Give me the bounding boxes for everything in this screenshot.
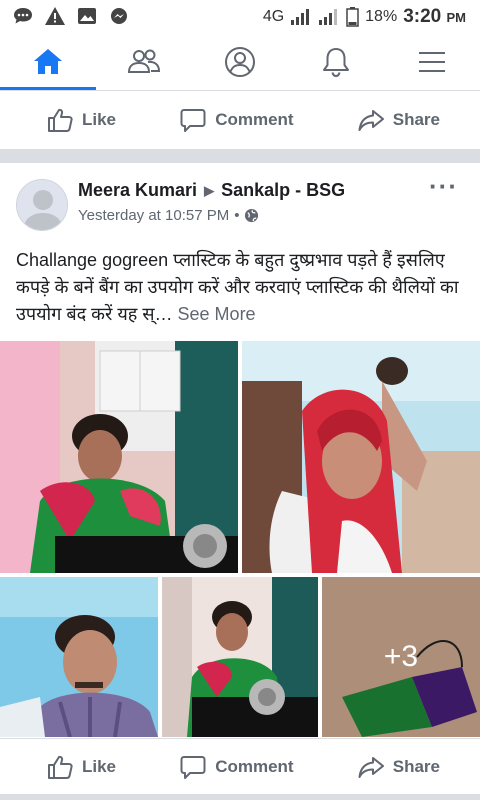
battery-icon bbox=[346, 7, 359, 27]
share-label: Share bbox=[392, 110, 440, 129]
top-navigation-tabs bbox=[0, 34, 480, 90]
meta-separator: • bbox=[234, 207, 240, 224]
post-photo-4[interactable] bbox=[162, 577, 318, 737]
thumbs-up-icon bbox=[48, 108, 73, 132]
network-type: 4G bbox=[262, 8, 285, 25]
feed-separator-bottom bbox=[0, 794, 480, 800]
message-icon bbox=[14, 8, 32, 24]
signal-icon-2 bbox=[319, 9, 338, 25]
bell-icon bbox=[323, 48, 349, 78]
post-timestamp[interactable]: Yesterday at 10:57 PM bbox=[78, 207, 229, 224]
status-bar-system: 4G 18% 3:20 PM bbox=[263, 6, 466, 28]
share-label: Share bbox=[392, 756, 440, 776]
comment-label: Comment bbox=[215, 756, 294, 776]
group-name[interactable]: Sankalp - BSG bbox=[221, 180, 345, 201]
home-icon bbox=[34, 49, 62, 74]
photo-sewing-woman bbox=[0, 341, 238, 573]
friends-icon bbox=[127, 49, 161, 73]
profile-icon bbox=[225, 47, 255, 77]
comment-icon bbox=[180, 755, 206, 779]
photo-young-man bbox=[0, 577, 158, 737]
like-label: Like bbox=[82, 110, 117, 129]
post-photo-1[interactable] bbox=[0, 341, 238, 573]
feed-separator bbox=[0, 149, 480, 163]
previous-post-actions: Like Comment Share bbox=[0, 91, 480, 149]
warning-icon bbox=[45, 7, 65, 25]
post-header: Meera Kumari ▶ Sankalp - BSG bbox=[78, 180, 345, 201]
signal-icon bbox=[291, 9, 310, 25]
post-meta: Yesterday at 10:57 PM • bbox=[78, 207, 259, 224]
share-icon bbox=[358, 756, 384, 778]
image-icon bbox=[78, 8, 96, 24]
clock: 3:20 PM bbox=[403, 6, 466, 27]
tab-profile[interactable] bbox=[192, 34, 288, 90]
like-button[interactable]: Like bbox=[46, 106, 116, 134]
thumbs-up-icon bbox=[48, 755, 73, 779]
default-avatar-icon bbox=[17, 180, 67, 230]
tab-home[interactable] bbox=[0, 34, 96, 90]
like-button[interactable]: Like bbox=[46, 753, 116, 781]
share-icon bbox=[358, 110, 384, 131]
triangle-right-icon: ▶ bbox=[204, 182, 215, 198]
post-photo-2[interactable] bbox=[242, 341, 480, 573]
author-name[interactable]: Meera Kumari bbox=[78, 180, 197, 201]
post-text: Challange gogreen प्लास्टिक के बहुत दुष्… bbox=[16, 247, 468, 328]
post-card: Meera Kumari ▶ Sankalp - BSG Yesterday a… bbox=[0, 163, 480, 738]
photo-sewing-woman-2 bbox=[162, 577, 318, 737]
more-options-button[interactable]: ··· bbox=[429, 173, 458, 199]
see-more-link[interactable]: See More bbox=[178, 304, 256, 324]
comment-button[interactable]: Comment bbox=[179, 106, 294, 134]
battery-level: 18% bbox=[365, 8, 398, 25]
like-label: Like bbox=[82, 756, 117, 776]
menu-icon bbox=[419, 52, 445, 72]
share-button[interactable]: Share bbox=[357, 106, 440, 134]
post-photo-3[interactable] bbox=[0, 577, 158, 737]
status-bar-notifications bbox=[12, 6, 130, 26]
tab-friends[interactable] bbox=[96, 34, 192, 90]
comment-button[interactable]: Comment bbox=[179, 753, 294, 781]
comment-icon bbox=[180, 109, 206, 132]
photo-red-dupatta bbox=[242, 341, 480, 573]
share-button[interactable]: Share bbox=[357, 753, 440, 781]
globe-icon bbox=[245, 208, 259, 223]
tab-notifications[interactable] bbox=[288, 34, 384, 90]
status-bar: 4G 18% 3:20 PM bbox=[0, 0, 480, 34]
tab-menu[interactable] bbox=[384, 34, 480, 90]
post-photo-5[interactable]: +3 bbox=[322, 577, 480, 737]
more-photos-count: +3 bbox=[322, 577, 480, 737]
messenger-icon bbox=[111, 8, 127, 24]
post-actions: Like Comment Share bbox=[0, 738, 480, 794]
avatar[interactable] bbox=[16, 179, 68, 231]
comment-label: Comment bbox=[215, 110, 294, 129]
